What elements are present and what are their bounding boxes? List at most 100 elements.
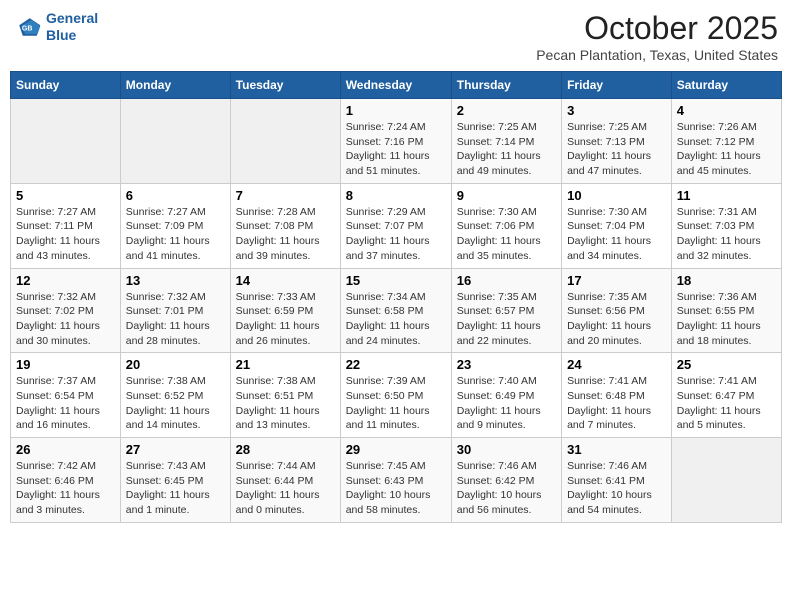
day-number: 25 — [677, 357, 776, 372]
day-info: Sunrise: 7:30 AM Sunset: 7:06 PM Dayligh… — [457, 205, 556, 264]
day-number: 18 — [677, 273, 776, 288]
day-info: Sunrise: 7:45 AM Sunset: 6:43 PM Dayligh… — [346, 459, 446, 518]
day-info: Sunrise: 7:25 AM Sunset: 7:13 PM Dayligh… — [567, 120, 666, 179]
day-info: Sunrise: 7:27 AM Sunset: 7:09 PM Dayligh… — [126, 205, 225, 264]
day-info: Sunrise: 7:46 AM Sunset: 6:41 PM Dayligh… — [567, 459, 666, 518]
day-info: Sunrise: 7:44 AM Sunset: 6:44 PM Dayligh… — [236, 459, 335, 518]
calendar-cell: 30Sunrise: 7:46 AM Sunset: 6:42 PM Dayli… — [451, 438, 561, 523]
day-info: Sunrise: 7:36 AM Sunset: 6:55 PM Dayligh… — [677, 290, 776, 349]
calendar-week-row: 12 Sunrise: 7:32 AM Sunset: 7:02 PM Dayli… — [11, 268, 782, 353]
day-info: Sunrise: 7:38 AM Sunset: 6:52 PM Dayligh… — [126, 374, 225, 433]
calendar-cell: 16 Sunrise: 7:35 AM Sunset: 6:57 PM Dayli… — [451, 268, 561, 353]
day-number: 3 — [567, 103, 666, 118]
calendar-cell: 28 Sunrise: 7:44 AM Sunset: 6:44 PM Dayli… — [230, 438, 340, 523]
calendar-cell: 11 Sunrise: 7:31 AM Sunset: 7:03 PM Dayli… — [671, 183, 781, 268]
day-info: Sunrise: 7:31 AM Sunset: 7:03 PM Dayligh… — [677, 205, 776, 264]
logo-icon: GB — [14, 13, 42, 41]
day-info: Sunrise: 7:41 AM Sunset: 6:47 PM Dayligh… — [677, 374, 776, 433]
weekday-row: SundayMondayTuesdayWednesdayThursdayFrid… — [11, 72, 782, 99]
calendar-cell — [671, 438, 781, 523]
day-info: Sunrise: 7:24 AM Sunset: 7:16 PM Dayligh… — [346, 120, 446, 179]
calendar-cell: 5 Sunrise: 7:27 AM Sunset: 7:11 PM Daylig… — [11, 183, 121, 268]
month-title: October 2025 — [536, 10, 778, 47]
day-number: 22 — [346, 357, 446, 372]
calendar-cell: 6 Sunrise: 7:27 AM Sunset: 7:09 PM Daylig… — [120, 183, 230, 268]
calendar-cell — [120, 99, 230, 184]
day-info: Sunrise: 7:43 AM Sunset: 6:45 PM Dayligh… — [126, 459, 225, 518]
calendar-cell: 7 Sunrise: 7:28 AM Sunset: 7:08 PM Daylig… — [230, 183, 340, 268]
calendar-cell — [230, 99, 340, 184]
day-info: Sunrise: 7:26 AM Sunset: 7:12 PM Dayligh… — [677, 120, 776, 179]
day-info: Sunrise: 7:37 AM Sunset: 6:54 PM Dayligh… — [16, 374, 115, 433]
calendar-cell: 12 Sunrise: 7:32 AM Sunset: 7:02 PM Dayli… — [11, 268, 121, 353]
day-number: 16 — [457, 273, 556, 288]
day-info: Sunrise: 7:29 AM Sunset: 7:07 PM Dayligh… — [346, 205, 446, 264]
calendar-cell: 21Sunrise: 7:38 AM Sunset: 6:51 PM Dayli… — [230, 353, 340, 438]
weekday-header: Tuesday — [230, 72, 340, 99]
calendar-cell: 22 Sunrise: 7:39 AM Sunset: 6:50 PM Dayli… — [340, 353, 451, 438]
day-number: 26 — [16, 442, 115, 457]
day-info: Sunrise: 7:35 AM Sunset: 6:57 PM Dayligh… — [457, 290, 556, 349]
calendar-cell: 25 Sunrise: 7:41 AM Sunset: 6:47 PM Dayli… — [671, 353, 781, 438]
day-info: Sunrise: 7:40 AM Sunset: 6:49 PM Dayligh… — [457, 374, 556, 433]
day-number: 5 — [16, 188, 115, 203]
weekday-header: Thursday — [451, 72, 561, 99]
title-block: October 2025 Pecan Plantation, Texas, Un… — [536, 10, 778, 63]
calendar-week-row: 19 Sunrise: 7:37 AM Sunset: 6:54 PM Dayli… — [11, 353, 782, 438]
day-number: 27 — [126, 442, 225, 457]
day-info: Sunrise: 7:34 AM Sunset: 6:58 PM Dayligh… — [346, 290, 446, 349]
day-info: Sunrise: 7:28 AM Sunset: 7:08 PM Dayligh… — [236, 205, 335, 264]
calendar-week-row: 1Sunrise: 7:24 AM Sunset: 7:16 PM Daylig… — [11, 99, 782, 184]
day-info: Sunrise: 7:35 AM Sunset: 6:56 PM Dayligh… — [567, 290, 666, 349]
day-number: 12 — [16, 273, 115, 288]
calendar-cell: 31 Sunrise: 7:46 AM Sunset: 6:41 PM Dayli… — [562, 438, 672, 523]
day-info: Sunrise: 7:32 AM Sunset: 7:02 PM Dayligh… — [16, 290, 115, 349]
day-number: 15 — [346, 273, 446, 288]
logo-line2: Blue — [46, 27, 76, 43]
calendar-table: SundayMondayTuesdayWednesdayThursdayFrid… — [10, 71, 782, 523]
day-number: 4 — [677, 103, 776, 118]
day-number: 29 — [346, 442, 446, 457]
logo: GB General Blue — [14, 10, 98, 44]
day-number: 8 — [346, 188, 446, 203]
logo-line1: General — [46, 10, 98, 26]
page-header: GB General Blue October 2025 Pecan Plant… — [10, 10, 782, 63]
calendar-cell: 15 Sunrise: 7:34 AM Sunset: 6:58 PM Dayli… — [340, 268, 451, 353]
calendar-cell: 29 Sunrise: 7:45 AM Sunset: 6:43 PM Dayli… — [340, 438, 451, 523]
day-info: Sunrise: 7:38 AM Sunset: 6:51 PM Dayligh… — [236, 374, 335, 433]
calendar-cell: 27 Sunrise: 7:43 AM Sunset: 6:45 PM Dayli… — [120, 438, 230, 523]
day-info: Sunrise: 7:32 AM Sunset: 7:01 PM Dayligh… — [126, 290, 225, 349]
calendar-cell: 17Sunrise: 7:35 AM Sunset: 6:56 PM Dayli… — [562, 268, 672, 353]
day-number: 19 — [16, 357, 115, 372]
calendar-cell: 20 Sunrise: 7:38 AM Sunset: 6:52 PM Dayli… — [120, 353, 230, 438]
day-info: Sunrise: 7:27 AM Sunset: 7:11 PM Dayligh… — [16, 205, 115, 264]
day-number: 9 — [457, 188, 556, 203]
calendar-cell: 4 Sunrise: 7:26 AM Sunset: 7:12 PM Daylig… — [671, 99, 781, 184]
day-number: 31 — [567, 442, 666, 457]
calendar-cell — [11, 99, 121, 184]
day-number: 6 — [126, 188, 225, 203]
calendar-cell: 19 Sunrise: 7:37 AM Sunset: 6:54 PM Dayli… — [11, 353, 121, 438]
day-number: 20 — [126, 357, 225, 372]
calendar-cell: 1Sunrise: 7:24 AM Sunset: 7:16 PM Daylig… — [340, 99, 451, 184]
day-number: 11 — [677, 188, 776, 203]
calendar-body: 1Sunrise: 7:24 AM Sunset: 7:16 PM Daylig… — [11, 99, 782, 523]
day-info: Sunrise: 7:39 AM Sunset: 6:50 PM Dayligh… — [346, 374, 446, 433]
calendar-cell: 24Sunrise: 7:41 AM Sunset: 6:48 PM Dayli… — [562, 353, 672, 438]
calendar-cell: 26Sunrise: 7:42 AM Sunset: 6:46 PM Dayli… — [11, 438, 121, 523]
logo-text: General Blue — [46, 10, 98, 44]
day-number: 7 — [236, 188, 335, 203]
day-number: 24 — [567, 357, 666, 372]
weekday-header: Sunday — [11, 72, 121, 99]
calendar-week-row: 26Sunrise: 7:42 AM Sunset: 6:46 PM Dayli… — [11, 438, 782, 523]
day-number: 14 — [236, 273, 335, 288]
weekday-header: Wednesday — [340, 72, 451, 99]
calendar-cell: 14 Sunrise: 7:33 AM Sunset: 6:59 PM Dayli… — [230, 268, 340, 353]
day-info: Sunrise: 7:33 AM Sunset: 6:59 PM Dayligh… — [236, 290, 335, 349]
calendar-cell: 23Sunrise: 7:40 AM Sunset: 6:49 PM Dayli… — [451, 353, 561, 438]
calendar-cell: 8 Sunrise: 7:29 AM Sunset: 7:07 PM Daylig… — [340, 183, 451, 268]
svg-text:GB: GB — [22, 25, 33, 32]
day-number: 10 — [567, 188, 666, 203]
calendar-cell: 10Sunrise: 7:30 AM Sunset: 7:04 PM Dayli… — [562, 183, 672, 268]
day-number: 28 — [236, 442, 335, 457]
